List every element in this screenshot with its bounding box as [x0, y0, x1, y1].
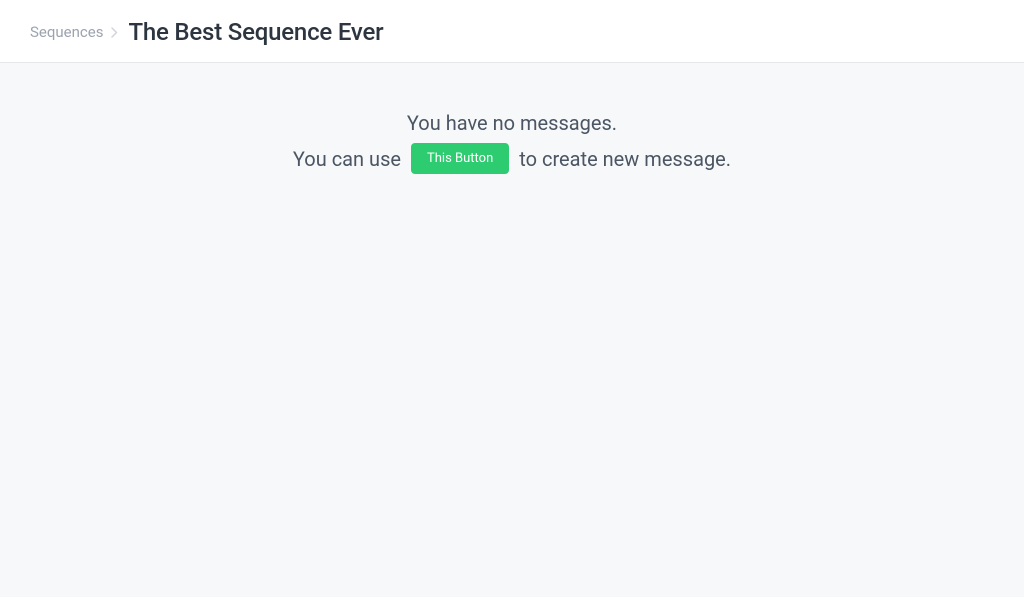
breadcrumb: Sequences The Best Sequence Ever: [0, 0, 1024, 63]
page-title: The Best Sequence Ever: [128, 18, 383, 46]
empty-state-suffix-text: to create new message.: [519, 147, 731, 171]
create-message-button[interactable]: This Button: [411, 143, 509, 174]
empty-state: You have no messages. You can use This B…: [0, 63, 1024, 174]
empty-state-heading: You have no messages.: [0, 111, 1024, 135]
breadcrumb-parent-link[interactable]: Sequences: [30, 23, 103, 41]
empty-state-action-row: You can use This Button to create new me…: [0, 143, 1024, 174]
empty-state-prefix-text: You can use: [293, 147, 401, 171]
chevron-right-icon: [111, 27, 118, 38]
